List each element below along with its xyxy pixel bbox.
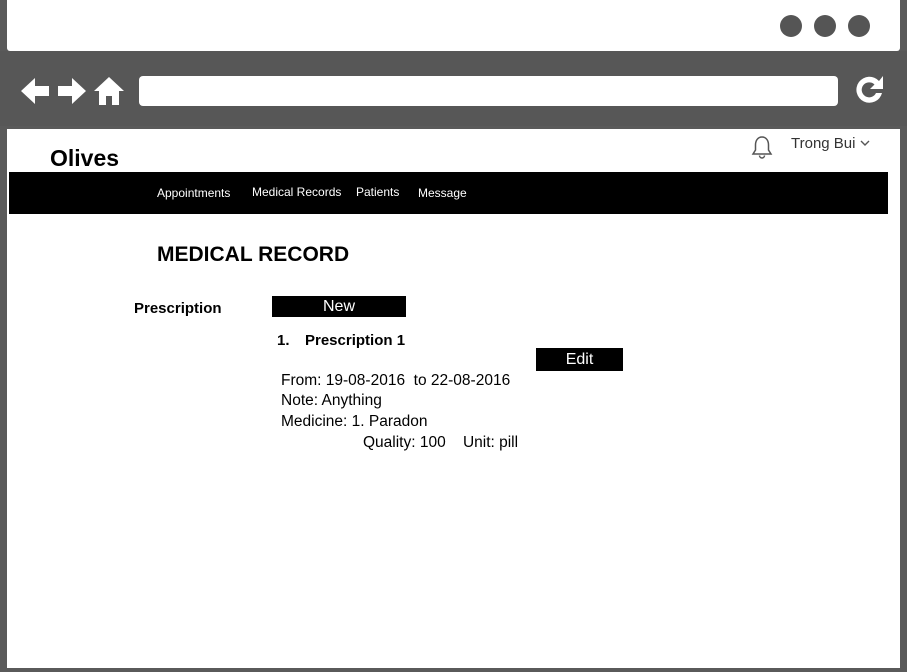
back-arrow-icon[interactable]: [19, 75, 51, 107]
reload-icon[interactable]: [853, 74, 885, 106]
nav-medical-records[interactable]: Medical Records: [252, 185, 341, 199]
forward-arrow-icon[interactable]: [56, 75, 88, 107]
nav-appointments[interactable]: Appointments: [157, 186, 230, 200]
new-prescription-button[interactable]: New: [272, 296, 406, 317]
page-title: MEDICAL RECORD: [157, 243, 350, 266]
home-icon[interactable]: [93, 75, 125, 107]
prescription-section-label: Prescription: [134, 300, 222, 317]
page-viewport: Olives Trong Bui Appointments Medical Re…: [7, 129, 900, 668]
chevron-down-icon: [860, 140, 870, 146]
main-navbar: Appointments Medical Records Patients Me…: [9, 172, 888, 214]
prescription-date-range: From: 19-08-2016 to 22-08-2016: [281, 372, 511, 389]
user-menu[interactable]: Trong Bui: [783, 129, 885, 157]
brand-logo[interactable]: Olives: [50, 145, 119, 172]
window-titlebar: [7, 0, 900, 51]
prescription-medicine: Medicine: 1. Paradon: [281, 413, 428, 430]
prescription-heading: 1. Prescription 1: [277, 332, 405, 349]
browser-window: Olives Trong Bui Appointments Medical Re…: [0, 0, 907, 672]
prescription-title[interactable]: Prescription 1: [305, 332, 405, 349]
window-control-dot[interactable]: [780, 15, 802, 37]
address-bar[interactable]: [139, 76, 838, 106]
window-control-dot[interactable]: [814, 15, 836, 37]
nav-message[interactable]: Message: [418, 186, 467, 200]
prescription-quality-unit: Quality: 100 Unit: pill: [363, 434, 519, 451]
bell-icon[interactable]: [751, 135, 773, 159]
prescription-number: 1.: [277, 332, 290, 349]
window-control-dot[interactable]: [848, 15, 870, 37]
prescription-note: Note: Anything: [281, 392, 382, 409]
edit-prescription-button[interactable]: Edit: [536, 348, 623, 371]
user-name: Trong Bui: [791, 134, 856, 152]
nav-patients[interactable]: Patients: [356, 185, 399, 199]
